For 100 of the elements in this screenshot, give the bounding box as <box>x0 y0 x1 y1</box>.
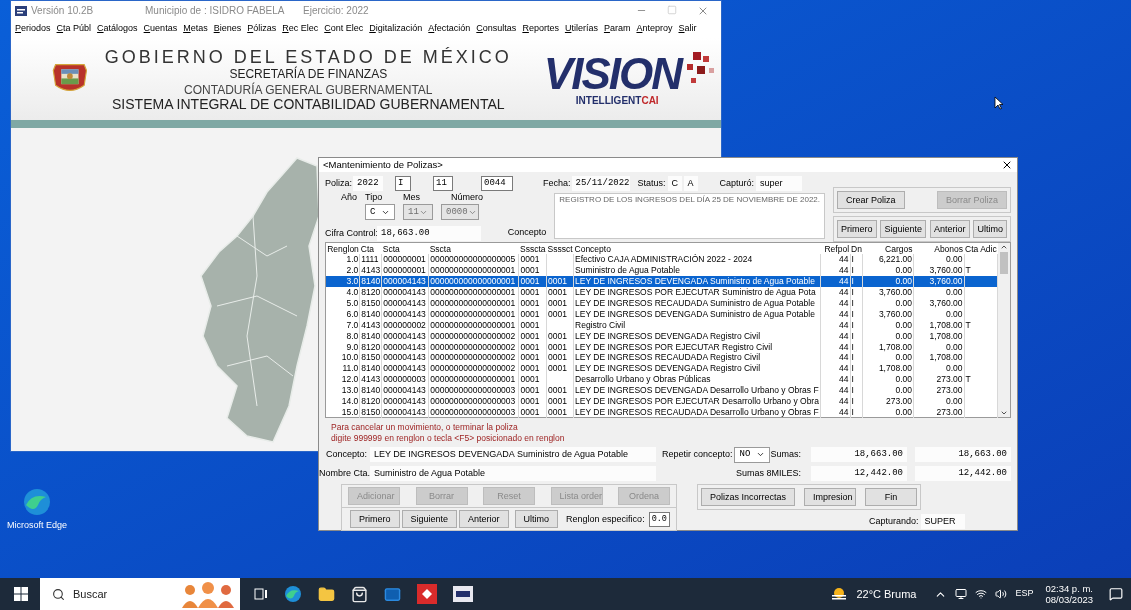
store-icon[interactable] <box>351 585 368 603</box>
concepto-textarea[interactable]: REGISTRO DE LOS INGRESOS DEL DÍA 25 DE NOVIEMBRE DE 2022. <box>554 193 825 240</box>
table-cell: 0001 <box>546 308 574 320</box>
table-row[interactable]: 12.0 4143 000000003 000000000000000001 0001 Desarrollo Urbano y Obras Públicas 44 I 0.00 273.00 T <box>326 374 998 385</box>
table-row[interactable]: 4.0 8120 000004143 000000000000000001 0001 0001 LEY DE INGRESOS POR EJECUTAR Suministro de Agua Pota 44 I 3,760.00 0.00 <box>326 286 998 298</box>
dialog-button[interactable]: Primero <box>350 510 400 529</box>
input-field[interactable]: 0.0 <box>648 511 670 527</box>
column-header[interactable]: Cta Adic <box>964 243 998 255</box>
dialog-button[interactable]: Fin <box>865 488 917 507</box>
column-header[interactable]: Cargos <box>862 243 914 255</box>
search-icon[interactable] <box>52 587 65 601</box>
dialog-button[interactable]: Anterior <box>459 510 509 529</box>
value-field[interactable]: LEY DE INGRESOS DEVENGADA Suministro de Agua Potable <box>370 447 656 463</box>
table-row[interactable]: 1.0 1111 000000001 000000000000000005 0001 Efectivo CAJA ADMINISTRACIÓN 2022 - 2024 44 I 6,221.00 0.00 <box>326 254 998 266</box>
column-header[interactable]: Sscta <box>428 243 519 255</box>
table-cell: 0.00 <box>913 341 965 353</box>
menu-item[interactable]: Cont Elec <box>324 22 364 36</box>
clock[interactable]: 02:34 p. m. 08/03/2023 <box>1045 583 1093 605</box>
table-row[interactable]: 11.0 8140 000004143 000000000000000002 0001 0001 LEY DE INGRESOS DEVENGADA Registro Civil 44 I 1,708.00 0.00 <box>326 363 998 375</box>
notification-icon[interactable] <box>1109 587 1123 601</box>
dropdown[interactable]: NO <box>734 446 771 463</box>
column-header[interactable]: Scta <box>381 243 429 255</box>
column-header[interactable]: Cta <box>359 243 382 255</box>
column-header[interactable]: Refpol <box>820 243 851 255</box>
menu-item[interactable]: Periodos <box>15 22 51 36</box>
speaker-icon[interactable] <box>995 588 1008 600</box>
menu-item[interactable]: Rec Elec <box>282 22 319 36</box>
value-field[interactable]: SUPER <box>920 514 965 530</box>
value-field[interactable]: Suministro de Agua Potable <box>370 466 656 482</box>
input-field[interactable]: I <box>395 175 411 191</box>
table-row[interactable]: 10.0 8150 000004143 000000000000000002 0001 0001 LEY DE INGRESOS RECAUDADA Registro Civil 44 I 0.00 1,708.00 <box>326 352 998 364</box>
dialog-button[interactable]: Crear Poliza <box>837 191 905 210</box>
table-row[interactable]: 6.0 8140 000004143 000000000000000001 0001 0001 LEY DE INGRESOS DEVENGADA Suministro de Agua Potable 44 I 3,760.00 0.00 <box>326 308 998 320</box>
dialog-button[interactable]: Primero <box>837 220 877 239</box>
desktop-icon-label[interactable]: Microsoft Edge <box>7 519 67 533</box>
value-field[interactable]: 18,663.00 <box>377 226 481 242</box>
table-row[interactable]: 5.0 8150 000004143 000000000000000001 0001 0001 LEY DE INGRESOS RECAUDADA Suministro de Agua Potable 44 I 0.00 3,760.00 <box>326 297 998 309</box>
column-header[interactable]: Ssssct <box>546 243 574 255</box>
browser-icon[interactable] <box>22 487 52 517</box>
value-field[interactable]: 18,663.00 <box>811 447 907 463</box>
dialog-button[interactable]: Siguiente <box>880 220 926 239</box>
menu-item[interactable]: Utilerías <box>564 22 598 36</box>
column-header[interactable]: Renglon <box>326 243 360 255</box>
column-header[interactable]: Abonos <box>913 243 965 255</box>
value-field[interactable]: 2022 <box>353 175 383 191</box>
value-field[interactable]: 25/11/2022 <box>571 175 630 191</box>
table-cell: T <box>964 319 998 331</box>
menu-item[interactable]: Salir <box>678 22 697 36</box>
value-field[interactable]: A <box>683 175 698 191</box>
input-field[interactable]: 0044 <box>481 175 513 191</box>
folder-icon[interactable] <box>318 585 335 603</box>
table-row[interactable]: 9.0 8120 000004143 000000000000000002 0001 0001 LEY DE INGRESOS POR EJECUTAR Registro Civil 44 I 1,708.00 0.00 <box>326 341 998 353</box>
network-icon[interactable] <box>975 588 988 600</box>
dialog-button[interactable]: Ultimo <box>514 510 559 529</box>
value-field[interactable]: C <box>667 175 682 191</box>
value-field[interactable]: 12,442.00 <box>811 466 907 482</box>
app-icon[interactable] <box>453 586 473 602</box>
menu-item[interactable]: Metas <box>183 22 208 36</box>
column-header[interactable]: Dn <box>850 243 863 255</box>
menu-item[interactable]: Param <box>603 22 631 36</box>
column-header[interactable]: Concepto <box>573 243 821 255</box>
dropdown[interactable]: C <box>365 204 395 221</box>
field-label: Sumas 8MILES: <box>735 467 801 480</box>
task-view-icon[interactable] <box>254 588 268 600</box>
input-field[interactable]: 11 <box>433 175 453 191</box>
scrollbar[interactable] <box>998 243 1010 418</box>
search-field[interactable]: Buscar <box>73 585 163 603</box>
dialog-button[interactable]: Polizas Incorrectas <box>701 488 796 507</box>
dialog-button[interactable]: Siguiente <box>401 510 458 529</box>
windows-logo-icon[interactable] <box>14 587 28 601</box>
menu-item[interactable]: Pólizas <box>247 22 277 36</box>
menu-item[interactable]: Catálogos <box>97 22 138 36</box>
table-cell: 000004143 <box>381 352 429 364</box>
monitor-icon[interactable] <box>955 588 968 600</box>
table-row[interactable]: 8.0 8140 000004143 000000000000000002 0001 0001 LEY DE INGRESOS DEVENGADA Registro Civil 44 I 0.00 1,708.00 <box>326 330 998 342</box>
menu-item[interactable]: Digitalización <box>369 22 423 36</box>
menu-item[interactable]: Reportes <box>522 22 559 36</box>
table-row[interactable]: 7.0 4143 000000002 000000000000000001 0001 Registro Civil 44 I 0.00 1,708.00 T <box>326 319 998 331</box>
table-row[interactable]: 14.0 8120 000004143 000000000000000003 0001 0001 LEY DE INGRESOS POR EJECUTAR Desarrollo Urbano y Obra 44 I 273.00 0.00 <box>326 395 998 407</box>
dialog-button[interactable]: Anterior <box>930 220 970 239</box>
column-header[interactable]: Ssscta <box>518 243 547 255</box>
app-icon[interactable] <box>417 584 437 604</box>
menu-item[interactable]: Cuentas <box>143 22 178 36</box>
table-row[interactable]: 3.0 8140 000004143 000000000000000001 0001 0001 LEY DE INGRESOS DEVENGADA Suministro de Agua Potable 44 I 0.00 3,760.00 <box>326 276 998 287</box>
table-cell: 44 <box>820 384 851 396</box>
menu-item[interactable]: Consultas <box>476 22 517 36</box>
menu-item[interactable]: Bienes <box>213 22 242 36</box>
menu-item[interactable]: Anteproy <box>636 22 673 36</box>
menu-item[interactable]: Afectación <box>428 22 471 36</box>
menu-item[interactable]: Cta Públ <box>56 22 92 36</box>
table-row[interactable]: 13.0 8140 000004143 000000000000000003 0001 0001 LEY DE INGRESOS DEVENGADA Desarrollo Urbano y Obras F 44 I 0.00 273.00 <box>326 384 998 396</box>
table-row[interactable]: 15.0 8150 000004143 000000000000000003 0001 0001 LEY DE INGRESOS RECAUDADA Desarrollo Urbano y Obras F 44 I 0.00 273.00 <box>326 406 998 418</box>
value-field[interactable]: super <box>756 175 803 191</box>
browser-icon[interactable] <box>284 585 302 603</box>
value-field[interactable]: 18,663.00 <box>915 447 1011 463</box>
value-field[interactable]: 12,442.00 <box>915 466 1011 482</box>
table-cell: 9.0 <box>326 341 360 353</box>
dialog-button[interactable]: Ultimo <box>973 220 1007 239</box>
scrollbar-thumb[interactable] <box>1000 252 1009 275</box>
dialog-button[interactable]: Impresion <box>804 488 856 507</box>
